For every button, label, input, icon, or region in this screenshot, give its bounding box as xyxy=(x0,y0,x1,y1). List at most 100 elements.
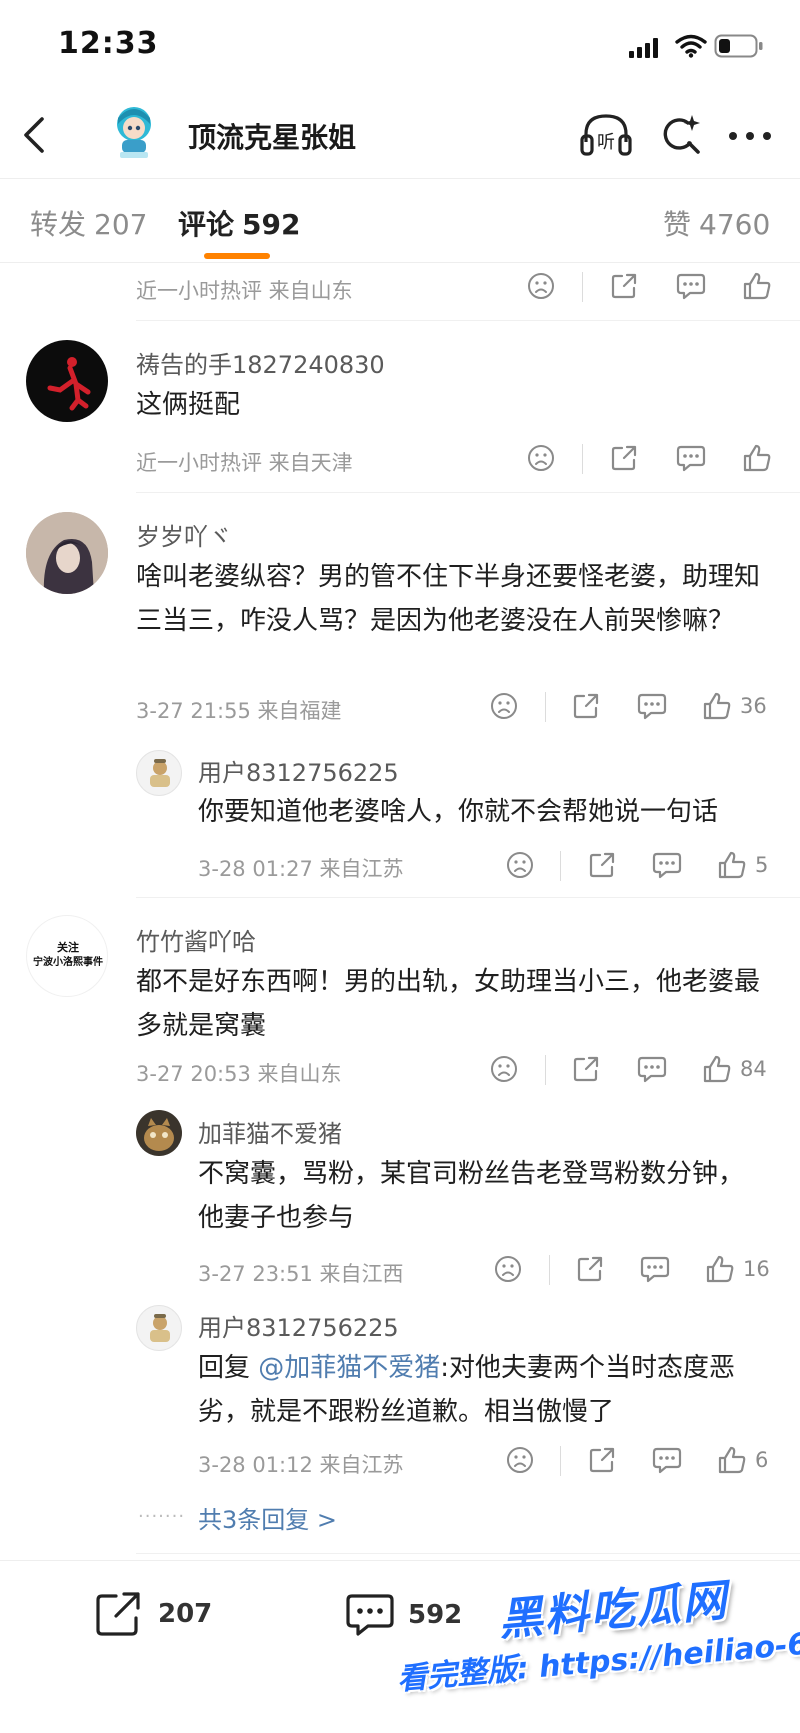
like-icon xyxy=(703,1055,731,1083)
dislike-button[interactable] xyxy=(490,692,518,720)
dislike-icon xyxy=(491,693,517,719)
share-icon xyxy=(577,1256,603,1282)
header-divider xyxy=(0,178,800,179)
commenter-name[interactable]: 岁岁吖ヾ xyxy=(136,517,232,552)
commenter-avatar[interactable] xyxy=(26,512,108,594)
tab-repost-count: 207 xyxy=(94,208,148,241)
action-separator xyxy=(545,1055,546,1085)
wifi-icon xyxy=(675,34,707,58)
mention-link[interactable]: @加菲猫不爱猪 xyxy=(258,1353,440,1383)
like-button[interactable]: 16 xyxy=(705,1254,770,1284)
share-button[interactable] xyxy=(610,444,638,472)
comment-icon xyxy=(637,1056,667,1083)
share-button[interactable] xyxy=(572,1055,600,1083)
reply-meta: 3-27 23:51 来自江西 xyxy=(198,1262,404,1286)
comment-divider xyxy=(136,1553,800,1554)
like-button[interactable]: 6 xyxy=(717,1445,768,1475)
avatar-text-line: 宁波小洛熙事件 xyxy=(33,957,103,968)
dislike-icon xyxy=(495,1256,521,1282)
replier-avatar[interactable] xyxy=(136,1110,182,1156)
comment-meta: 3-27 21:55 来自福建 xyxy=(136,699,342,723)
tab-comments[interactable]: 评论 592 xyxy=(178,203,300,243)
comment-icon xyxy=(637,693,667,720)
reply-text: 回复 @加菲猫不爱猪:对他夫妻两个当时态度恶劣，就是不跟粉丝道歉。相当傲慢了 xyxy=(198,1346,778,1434)
dislike-button[interactable] xyxy=(494,1255,522,1283)
share-icon xyxy=(589,852,615,878)
dislike-button[interactable] xyxy=(506,1446,534,1474)
comment-meta: 近一小时热评 来自天津 xyxy=(136,451,353,475)
tab-likes-count: 4760 xyxy=(699,208,771,241)
comment-button[interactable]: 592 xyxy=(344,1592,462,1638)
commenter-name[interactable]: 祷告的手1827240830 xyxy=(136,345,385,380)
reply-button[interactable] xyxy=(640,1255,670,1283)
commenter-name[interactable]: 竹竹酱吖哈 xyxy=(136,922,256,957)
comment-divider xyxy=(136,897,800,898)
reply-meta: 3-28 01:12 来自江苏 xyxy=(198,1453,404,1477)
action-separator xyxy=(545,692,546,722)
reply-meta: 3-28 01:27 来自江苏 xyxy=(198,857,404,881)
account-avatar[interactable] xyxy=(104,102,164,162)
comment-text: 啥叫老婆纵容？男的管不住下半身还要怪老婆，助理知三当三，咋没人骂？是因为他老婆没… xyxy=(136,562,761,636)
replier-avatar[interactable] xyxy=(136,750,182,796)
replier-name[interactable]: 加菲猫不爱猪 xyxy=(198,1114,342,1149)
comment-icon xyxy=(652,852,682,879)
page-title: 顶流克星张姐 xyxy=(188,121,357,154)
reply-button[interactable] xyxy=(652,1446,682,1474)
search-sparkle-icon[interactable] xyxy=(658,113,702,157)
back-icon[interactable] xyxy=(20,115,50,155)
active-tab-indicator xyxy=(204,253,270,259)
replier-name[interactable]: 用户8312756225 xyxy=(198,1308,399,1343)
comment-icon xyxy=(676,273,706,300)
reply-text: 你要知道他老婆啥人，你就不会帮她说一句话 xyxy=(198,797,719,827)
like-count: 36 xyxy=(740,694,767,718)
reply-button[interactable] xyxy=(637,692,667,720)
headphones-listen-icon[interactable]: 听 xyxy=(580,112,632,158)
like-icon xyxy=(703,692,731,720)
commenter-avatar[interactable]: 关注 宁波小洛熙事件 xyxy=(26,915,108,997)
reply-prefix: 回复 xyxy=(198,1353,251,1383)
repost-count: 207 xyxy=(158,1599,213,1629)
comment-icon xyxy=(346,1594,394,1636)
like-button[interactable]: 5 xyxy=(717,850,768,880)
like-button[interactable]: 84 xyxy=(702,1054,767,1084)
replier-avatar[interactable] xyxy=(136,1305,182,1351)
dislike-button[interactable] xyxy=(527,444,555,472)
share-icon xyxy=(611,273,637,299)
commenter-avatar[interactable] xyxy=(26,340,108,422)
more-replies-link[interactable]: 共3条回复 > xyxy=(198,1500,337,1535)
comment-divider xyxy=(136,320,800,321)
dislike-button[interactable] xyxy=(527,272,555,300)
reply-button[interactable] xyxy=(676,444,706,472)
reply-button[interactable] xyxy=(652,851,682,879)
share-button[interactable] xyxy=(576,1255,604,1283)
like-button[interactable] xyxy=(742,271,772,301)
tab-likes[interactable]: 赞 4760 xyxy=(663,203,770,243)
dislike-icon xyxy=(528,273,554,299)
more-icon[interactable] xyxy=(727,130,773,142)
reply-button[interactable] xyxy=(676,272,706,300)
like-button[interactable]: 36 xyxy=(702,691,767,721)
tab-comments-count: 592 xyxy=(242,208,301,241)
like-icon xyxy=(743,444,771,472)
share-button[interactable] xyxy=(588,851,616,879)
like-icon xyxy=(743,272,771,300)
share-button[interactable] xyxy=(610,272,638,300)
dislike-icon xyxy=(528,445,554,471)
replier-name[interactable]: 用户8312756225 xyxy=(198,753,399,788)
action-separator xyxy=(560,851,561,881)
dislike-icon xyxy=(507,852,533,878)
action-separator xyxy=(582,272,583,302)
like-count: 5 xyxy=(755,853,769,877)
action-separator xyxy=(582,444,583,474)
comment-icon xyxy=(640,1256,670,1283)
comment-meta: 近一小时热评 来自山东 xyxy=(136,279,353,303)
dislike-button[interactable] xyxy=(506,851,534,879)
dislike-button[interactable] xyxy=(490,1055,518,1083)
comment-text: 都不是好东西啊！男的出轨，女助理当小三，他老婆最多就是窝囊 xyxy=(136,967,761,1041)
repost-button[interactable]: 207 xyxy=(94,1590,212,1638)
tab-repost[interactable]: 转发 207 xyxy=(30,203,147,243)
like-button[interactable] xyxy=(742,443,772,473)
share-button[interactable] xyxy=(572,692,600,720)
reply-button[interactable] xyxy=(637,1055,667,1083)
share-button[interactable] xyxy=(588,1446,616,1474)
